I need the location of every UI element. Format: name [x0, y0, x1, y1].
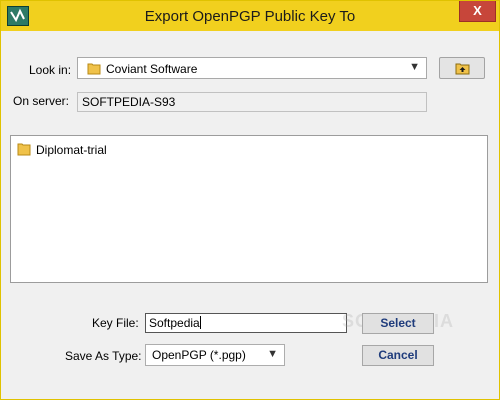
save-as-type-label: Save As Type:	[65, 349, 142, 363]
close-icon: X	[473, 3, 482, 18]
file-list[interactable]: Diplomat-trial	[10, 135, 488, 283]
window-title: Export OpenPGP Public Key To	[144, 8, 356, 25]
on-server-label: On server:	[13, 94, 70, 108]
cancel-button[interactable]: Cancel	[362, 345, 434, 366]
close-button[interactable]: X	[459, 1, 496, 22]
title-bar[interactable]: Export OpenPGP Public Key To X	[1, 1, 499, 31]
key-file-label: Key File:	[92, 316, 139, 330]
export-key-dialog: Export OpenPGP Public Key To X Look in: …	[0, 0, 500, 400]
folder-icon	[17, 142, 31, 159]
folder-icon	[87, 62, 101, 78]
folder-up-icon	[455, 62, 470, 78]
list-item-name: Diplomat-trial	[36, 143, 107, 157]
look-in-dropdown[interactable]: Coviant Software ▼	[77, 57, 427, 79]
chevron-down-icon: ▼	[267, 348, 278, 360]
look-in-value: Coviant Software	[106, 62, 198, 76]
key-file-input[interactable]: Softpedia	[145, 313, 347, 333]
text-caret	[199, 316, 201, 329]
save-as-type-dropdown[interactable]: OpenPGP (*.pgp) ▼	[145, 344, 285, 366]
up-one-level-button[interactable]	[439, 57, 485, 79]
select-button[interactable]: Select	[362, 313, 434, 334]
look-in-label: Look in:	[29, 63, 72, 77]
save-as-type-value: OpenPGP (*.pgp)	[152, 348, 246, 362]
server-field: SOFTPEDIA-S93	[77, 92, 427, 112]
dialog-body: Look in: Coviant Software ▼ On server: S…	[8, 31, 492, 392]
key-file-value: Softpedia	[149, 316, 200, 330]
chevron-down-icon: ▼	[409, 61, 420, 73]
